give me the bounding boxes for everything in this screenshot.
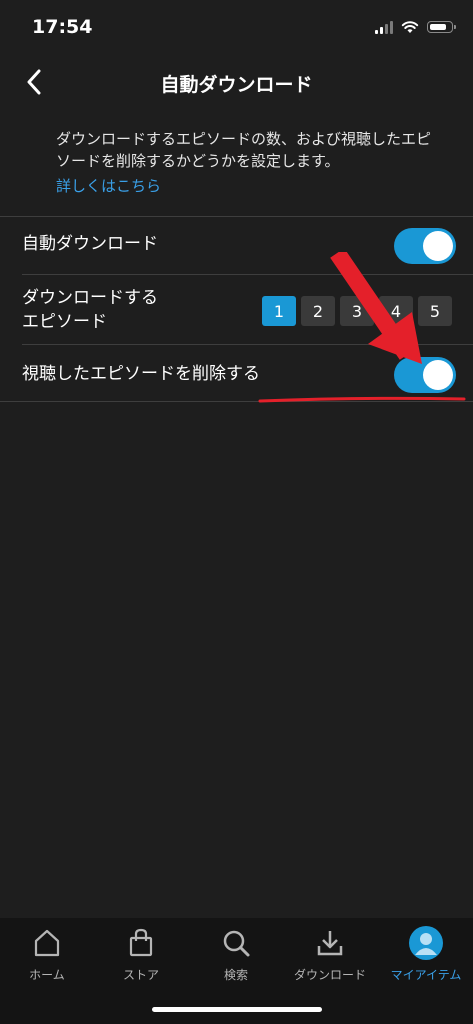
episode-option-4[interactable]: 4 [379,296,413,326]
red-underline-annotation [258,396,466,403]
settings-description: ダウンロードするエピソードの数、および視聴したエピソードを削除するかどうかを設定… [56,130,432,170]
tab-label: マイアイテム [390,968,462,982]
episode-option-1[interactable]: 1 [262,296,296,326]
toggle-knob [423,360,453,390]
tab-search[interactable]: 検索 [189,926,283,990]
page-title: 自動ダウンロード [160,74,313,96]
nav-header: 自動ダウンロード [0,56,473,108]
tab-home[interactable]: ホーム [0,926,94,990]
search-icon [219,926,253,960]
tab-label: ホーム [29,968,65,982]
home-indicator [152,1007,322,1012]
tab-downloads[interactable]: ダウンロード [283,926,377,990]
status-icons [375,18,456,36]
toggle-knob [423,231,453,261]
episode-count-selector: 1 2 3 4 5 [262,296,452,326]
download-icon [313,926,347,960]
episode-option-5[interactable]: 5 [418,296,452,326]
divider [22,274,473,275]
tab-store[interactable]: ストア [94,926,188,990]
wifi-icon [401,21,419,33]
episodes-label-line1: ダウンロードする [22,288,158,308]
battery-icon [427,21,456,33]
divider [0,216,473,217]
avatar-icon [409,926,443,960]
episodes-label: ダウンロードする エピソード [22,286,158,334]
cellular-signal-icon [375,20,393,34]
auto-download-label: 自動ダウンロード [22,234,158,254]
status-bar: 17:54 [0,0,473,56]
delete-watched-toggle[interactable] [394,357,456,393]
store-bag-icon [124,926,158,960]
status-time: 17:54 [32,16,93,38]
auto-download-toggle[interactable] [394,228,456,264]
episode-option-2[interactable]: 2 [301,296,335,326]
tab-label: ストア [122,968,159,982]
episodes-label-line2: エピソード [22,312,107,332]
learn-more-link[interactable]: 詳しくはこちら [56,175,161,196]
divider [0,401,473,402]
episode-option-3[interactable]: 3 [340,296,374,326]
delete-watched-label: 視聴したエピソードを削除する [22,364,260,384]
home-icon [30,926,64,960]
tab-my-items[interactable]: マイアイテム [379,926,473,990]
tab-label: ダウンロード [293,968,366,982]
tab-label: 検索 [223,968,248,982]
divider [22,344,473,345]
